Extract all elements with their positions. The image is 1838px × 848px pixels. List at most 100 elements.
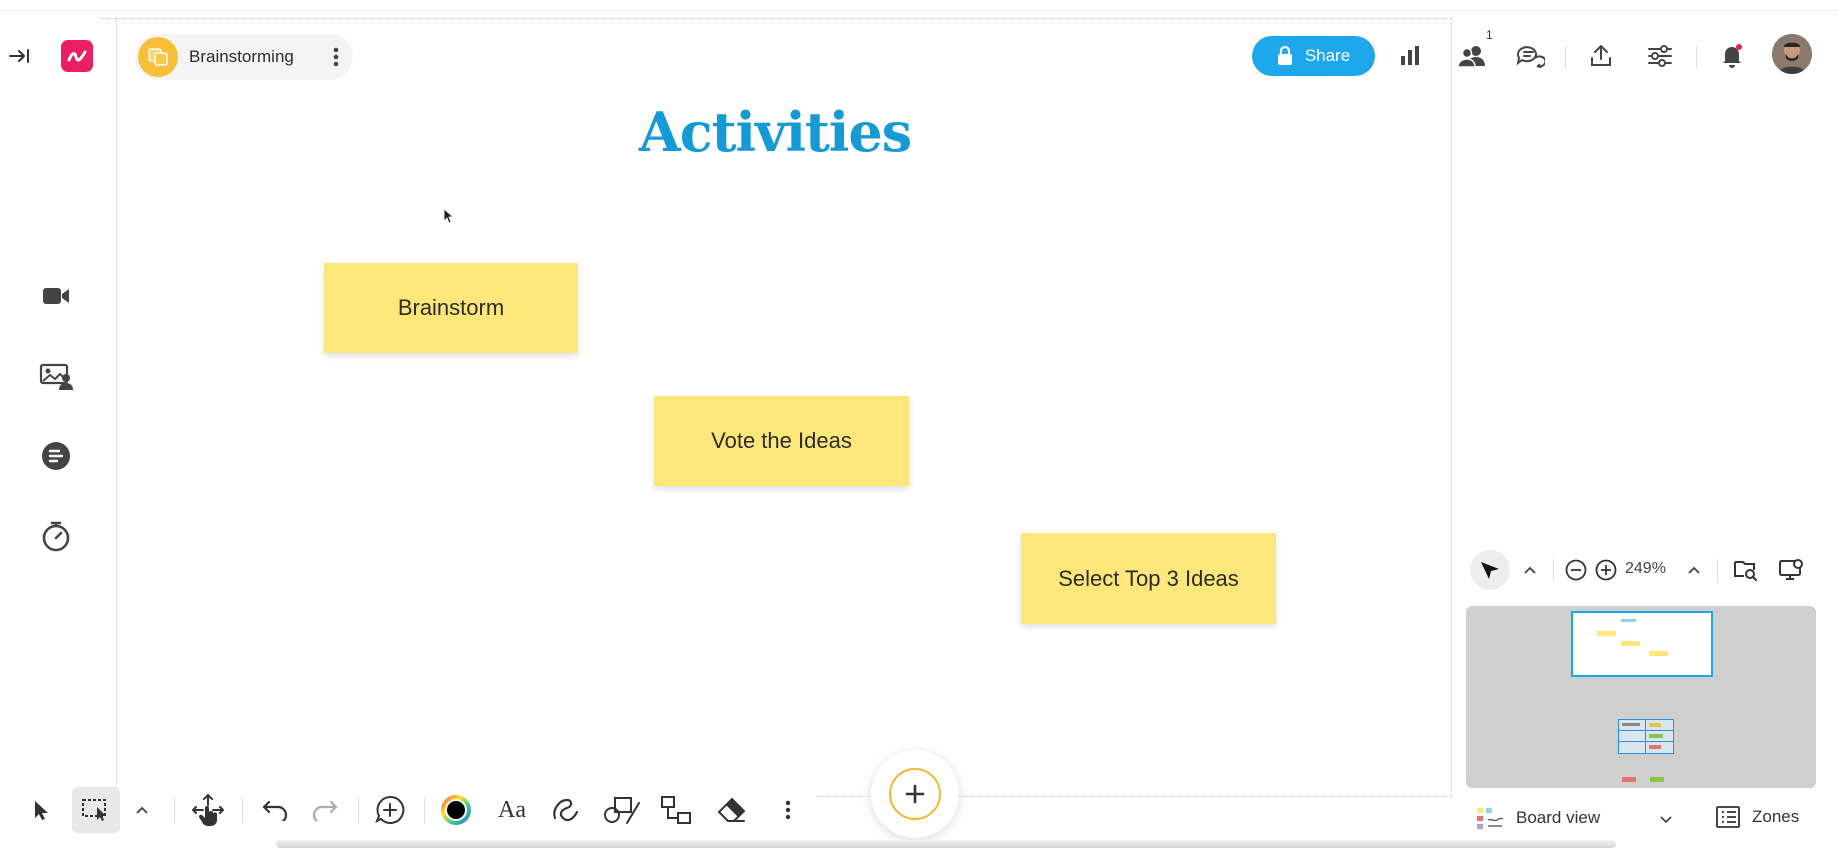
minus-circle-icon — [1565, 559, 1587, 581]
sticky-note-text: Vote the Ideas — [711, 428, 852, 453]
agenda-icon — [41, 441, 71, 471]
cursor-options-button[interactable] — [1520, 558, 1540, 582]
share-button[interactable]: Share — [1252, 36, 1375, 76]
notifications-button[interactable] — [1714, 38, 1750, 74]
sticky-note-text: Brainstorm — [397, 295, 505, 320]
board-view-label: Board view — [1516, 808, 1601, 827]
zones-label: Zones — [1752, 807, 1800, 826]
users-icon — [1457, 44, 1487, 68]
undo-icon — [261, 799, 289, 821]
upload-icon — [1589, 44, 1613, 68]
search-board-icon — [1732, 558, 1758, 582]
pen-tool-button[interactable] — [546, 790, 586, 830]
app-logo-icon — [66, 49, 88, 63]
find-on-board-button[interactable] — [1730, 555, 1760, 585]
agenda-button[interactable] — [38, 438, 74, 474]
chevron-up-icon — [1688, 566, 1700, 574]
collapse-sidebar-button[interactable] — [4, 38, 34, 74]
share-label: Share — [1304, 46, 1351, 65]
lock-icon — [1277, 46, 1293, 66]
pan-tool-button[interactable] — [188, 790, 228, 830]
add-element-button[interactable] — [871, 750, 959, 838]
toolbar-separator — [424, 797, 425, 823]
sticky-note[interactable]: Select Top 3 Ideas — [1021, 533, 1276, 624]
board-view-icon — [1476, 806, 1504, 830]
present-button[interactable] — [38, 358, 74, 394]
undo-button[interactable] — [255, 790, 295, 830]
toolbar-divider — [1565, 46, 1566, 68]
pan-hand-icon — [192, 793, 224, 827]
minimap-sticky-mark — [1649, 651, 1668, 656]
analytics-button[interactable] — [1392, 38, 1428, 74]
add-comment-button[interactable] — [370, 790, 410, 830]
app-logo[interactable] — [61, 40, 93, 72]
canvas-frame-left — [116, 18, 117, 798]
text-format-icon: Aa — [498, 796, 526, 823]
board-title-pill[interactable]: Brainstorming — [135, 34, 353, 80]
chevron-down-icon — [1660, 816, 1672, 824]
bottom-edge — [276, 840, 1616, 848]
color-picker-button[interactable] — [436, 790, 476, 830]
zoom-out-button[interactable] — [1563, 557, 1589, 583]
zoom-divider — [1717, 559, 1718, 581]
presentation-icon — [39, 362, 73, 390]
eraser-tool-button[interactable] — [712, 790, 752, 830]
text-tool-button[interactable]: Aa — [492, 790, 532, 830]
collapse-arrow-icon — [8, 47, 30, 65]
export-button[interactable] — [1583, 38, 1619, 74]
chat-icon — [1515, 44, 1545, 68]
zoom-divider — [1553, 559, 1554, 581]
video-camera-icon — [42, 286, 70, 306]
shapes-icon — [603, 795, 641, 825]
mouse-cursor-icon — [443, 208, 455, 224]
canvas-frame-top — [100, 18, 1452, 19]
sticky-note[interactable]: Vote the Ideas — [654, 396, 909, 486]
more-tools-button[interactable] — [768, 790, 808, 830]
toolbar-separator — [358, 797, 359, 823]
canvas-frame-right — [1451, 18, 1452, 798]
zoom-in-button[interactable] — [1593, 557, 1619, 583]
settings-button[interactable] — [1642, 38, 1678, 74]
minimap-sticky-mark — [1597, 631, 1616, 636]
more-vertical-icon[interactable] — [333, 47, 339, 67]
select-tool-button[interactable] — [21, 790, 61, 830]
presentation-settings-button[interactable] — [1776, 555, 1806, 585]
sliders-icon — [1647, 44, 1673, 68]
comments-button[interactable] — [1512, 38, 1548, 74]
zones-button[interactable]: Zones — [1716, 806, 1799, 828]
list-icon — [1716, 806, 1740, 828]
pointer-icon — [31, 799, 51, 821]
user-avatar[interactable] — [1772, 34, 1812, 74]
bar-chart-icon — [1399, 45, 1421, 67]
connector-tool-button[interactable] — [656, 790, 696, 830]
timer-button[interactable] — [38, 518, 74, 554]
zoom-options-button[interactable] — [1684, 558, 1704, 582]
minimap-viewport[interactable] — [1571, 611, 1713, 677]
participants-button[interactable] — [1452, 38, 1492, 74]
plus-circle-icon — [1595, 559, 1617, 581]
participants-count: 1 — [1486, 28, 1493, 42]
board-view-selector[interactable]: Board view — [1476, 806, 1600, 830]
chevron-up-icon — [1524, 566, 1536, 574]
board-heading[interactable]: Activities — [560, 100, 990, 164]
sticky-note[interactable]: Brainstorm — [324, 263, 578, 353]
follow-cursor-button[interactable] — [1470, 550, 1510, 590]
video-button[interactable] — [38, 278, 74, 314]
minimap-mark — [1622, 777, 1636, 782]
monitor-settings-icon — [1778, 558, 1804, 582]
marquee-select-icon — [81, 797, 111, 823]
board-view-dropdown-button[interactable] — [1656, 810, 1676, 830]
zoom-level[interactable]: 249% — [1625, 560, 1666, 578]
pen-scribble-icon — [551, 796, 581, 824]
minimap-zone-mark — [1618, 719, 1674, 754]
board-name: Brainstorming — [189, 47, 294, 66]
more-vertical-icon — [785, 800, 791, 820]
redo-button[interactable] — [305, 790, 345, 830]
area-select-tool-button[interactable] — [72, 787, 120, 833]
redo-icon — [311, 799, 339, 821]
comment-add-icon — [375, 795, 405, 825]
top-divider — [0, 10, 1838, 11]
minimap-title-mark — [1621, 619, 1636, 622]
select-tool-options-button[interactable] — [122, 790, 162, 830]
shape-tool-button[interactable] — [602, 790, 642, 830]
